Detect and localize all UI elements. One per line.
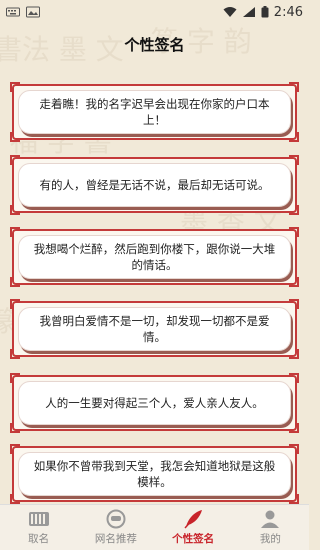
nav-label: 网名推荐	[94, 533, 137, 545]
nav-label: 个性签名	[172, 533, 215, 545]
signature-card[interactable]: 有的人，曾经是无话不说，最后却无话可说。	[10, 155, 299, 215]
battery-icon	[261, 6, 269, 18]
nav-item-nickname[interactable]: 网名推荐	[77, 505, 154, 550]
person-icon	[261, 510, 280, 528]
signature-card[interactable]: 人的一生要对得起三个人，爱人亲人友人。	[10, 373, 299, 433]
nav-label: 取名	[28, 533, 50, 545]
signature-text: 人的一生要对得起三个人，爱人亲人友人。	[45, 396, 264, 410]
clock: 2:46	[273, 4, 303, 20]
signature-text: 我曾明白爱情不是一切，却发现一切都不是爱情。	[39, 314, 270, 344]
wifi-icon	[223, 7, 237, 17]
app-header: 个性签名	[0, 24, 309, 64]
keyboard-icon	[6, 7, 20, 17]
signature-card[interactable]: 如果你不曾带我到天堂，我怎会知道地狱是这般模样。	[10, 444, 299, 504]
image-icon	[26, 6, 40, 18]
status-bar: 2:46	[0, 0, 309, 24]
feather-icon	[184, 510, 203, 529]
nav-item-signature[interactable]: 个性签名	[155, 505, 232, 550]
signature-list[interactable]: 走着瞧！我的名字迟早会出现在你家的户口本上！ 有的人，曾经是无话不说，最后却无话…	[0, 64, 309, 504]
signature-card[interactable]: 我曾明白爱情不是一切，却发现一切都不是爱情。	[10, 299, 299, 359]
nav-label: 我的	[259, 533, 281, 545]
signature-text: 如果你不曾带我到天堂，我怎会知道地狱是这般模样。	[33, 459, 276, 489]
signature-text: 有的人，曾经是无话不说，最后却无话可说。	[39, 178, 270, 192]
calligraphy-icon	[28, 512, 49, 526]
page-title: 个性签名	[124, 35, 185, 54]
signature-card[interactable]: 走着瞧！我的名字迟早会出现在你家的户口本上！	[10, 82, 299, 142]
nav-item-mine[interactable]: 我的	[232, 505, 309, 550]
bottom-nav: 取名 网名推荐 个性签名 我的	[0, 504, 309, 550]
signature-text: 我想喝个烂醉，然后跑到你楼下，跟你说一大堆的情话。	[33, 242, 276, 272]
nav-item-naming[interactable]: 取名	[0, 505, 77, 550]
signature-text: 走着瞧！我的名字迟早会出现在你家的户口本上！	[39, 97, 270, 127]
signature-card[interactable]: 我想喝个烂醉，然后跑到你楼下，跟你说一大堆的情话。	[10, 227, 299, 287]
signal-icon	[242, 7, 255, 17]
mask-icon	[106, 509, 126, 529]
